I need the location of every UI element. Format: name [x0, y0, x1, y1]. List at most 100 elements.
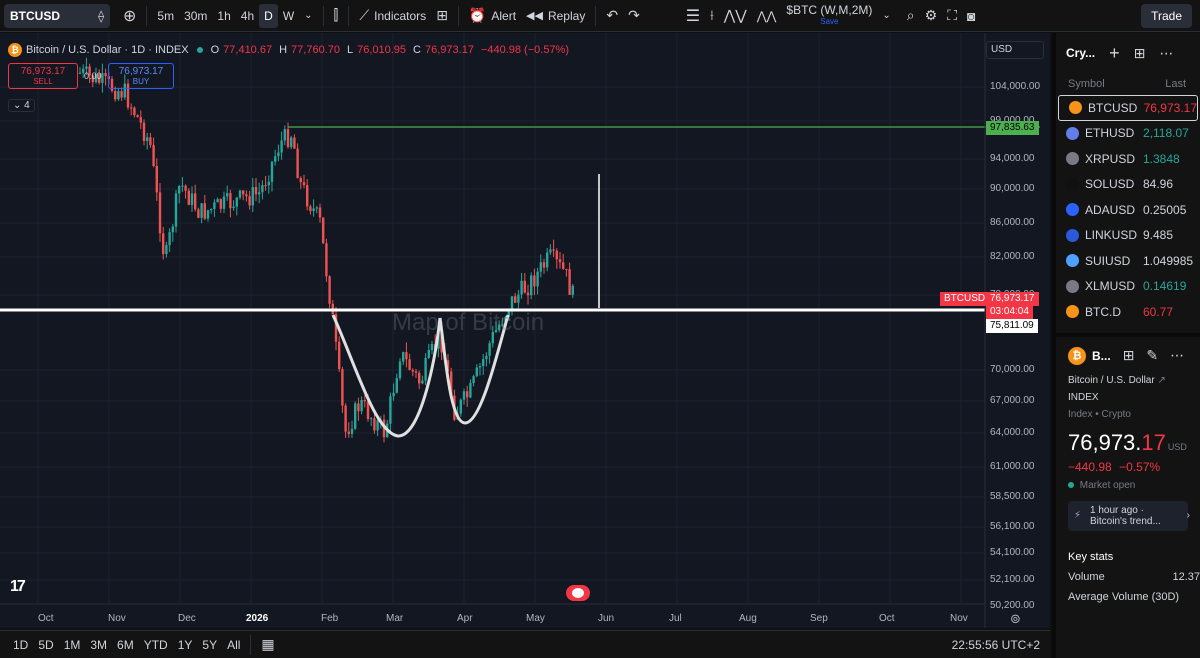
candle-body: [546, 252, 549, 268]
buy-button[interactable]: 76,973.17 BUY: [108, 63, 174, 89]
watchlist-row-suiusd[interactable]: SUIUSD 1.049985: [1056, 248, 1200, 274]
undo-icon[interactable]: ↶: [601, 4, 623, 28]
clock[interactable]: 22:55:56 UTC+2: [952, 638, 1040, 652]
column-symbol[interactable]: Symbol: [1068, 78, 1105, 90]
ohlc-change: −440.98 (−0.57%): [480, 44, 570, 56]
interval-4h[interactable]: 4h: [236, 4, 259, 28]
candle-body: [190, 193, 194, 205]
interval-w[interactable]: W: [278, 4, 299, 28]
watchlist-row-adausd[interactable]: ADAUSD 0.25005: [1056, 197, 1200, 223]
search-icon[interactable]: ⌕: [902, 4, 920, 28]
external-link-icon[interactable]: ↗: [1157, 375, 1165, 386]
goto-date-icon[interactable]: ⊚: [1010, 611, 1021, 627]
indicators-icon: ⟋: [359, 7, 370, 23]
candle-body: [232, 206, 235, 209]
candle-body: [376, 420, 379, 431]
candle-body: [133, 107, 136, 116]
interval-dropdown-icon[interactable]: ⌄: [299, 4, 317, 28]
candle-body: [229, 193, 232, 209]
column-last[interactable]: Last: [1165, 78, 1186, 90]
range-3m[interactable]: 3M: [85, 638, 112, 652]
watchlist-row-xrpusd[interactable]: XRPUSD 1.3848: [1056, 146, 1200, 172]
symbol-search[interactable]: BTCUSD ⟠: [4, 3, 110, 28]
watchlist-title[interactable]: Cry...: [1066, 46, 1095, 60]
interval-5m[interactable]: 5m: [152, 4, 179, 28]
watchlist-row-solusd[interactable]: SOLUSD 84.96: [1056, 172, 1200, 198]
watchlist-row-linkusd[interactable]: LINKUSD 9.485: [1056, 223, 1200, 249]
range-5d[interactable]: 5D: [33, 638, 58, 652]
range-1m[interactable]: 1M: [59, 638, 86, 652]
price-tick: 54,100.00: [990, 547, 1035, 558]
suiusd-icon: [1066, 254, 1079, 268]
abc-pattern-icon[interactable]: ⋀⋀: [752, 4, 782, 28]
volume-value: 12.37: [1172, 570, 1200, 583]
candle-body: [370, 418, 373, 420]
settings-icon[interactable]: ⚙: [920, 4, 943, 28]
range-6m[interactable]: 6M: [112, 638, 139, 652]
snapshot-icon[interactable]: ◙: [962, 4, 980, 28]
details-category: Index • Crypto: [1068, 408, 1131, 420]
candle-body: [552, 249, 555, 251]
candle-body: [270, 161, 274, 182]
range-all[interactable]: All: [222, 638, 245, 652]
templates-icon[interactable]: ⊞: [431, 4, 453, 28]
add-symbol-icon[interactable]: ⊕: [118, 4, 141, 28]
candle-body: [280, 140, 283, 153]
news-item[interactable]: ⚡ 1 hour ago · Bitcoin's trend... ›: [1068, 500, 1190, 531]
details-symbol[interactable]: B...: [1092, 349, 1111, 363]
us-flag-icon[interactable]: [566, 585, 590, 601]
pattern-tool-icon[interactable]: ⋀⋁: [719, 4, 752, 28]
compare-symbol-button[interactable]: $BTC (W,M,2M) Save: [781, 4, 877, 28]
interval-1h[interactable]: 1h: [212, 4, 235, 28]
trade-button[interactable]: Trade: [1141, 4, 1192, 28]
sell-button[interactable]: 76,973.17 SELL: [8, 63, 78, 89]
watchlist-row-xlmusd[interactable]: XLMUSD 0.14619: [1056, 274, 1200, 300]
candle-body: [562, 262, 565, 269]
candle-style-icon[interactable]: ⫿: [329, 4, 344, 28]
watchlist-row-ethusd[interactable]: ETHUSD 2,118.07: [1056, 121, 1200, 147]
candle-body: [78, 72, 82, 74]
spread-value: 0.00: [84, 71, 102, 81]
indicators-button[interactable]: ⟋ Indicators: [354, 4, 431, 28]
more-icon[interactable]: ⋯: [1170, 347, 1184, 364]
calendar-icon[interactable]: ▦: [256, 636, 279, 653]
drawings-icon[interactable]: ☰: [681, 4, 705, 28]
edit-icon[interactable]: ✎: [1146, 347, 1158, 364]
interval-d[interactable]: D: [259, 3, 278, 28]
replay-button[interactable]: ◀◀ Replay: [521, 4, 590, 28]
grid-icon[interactable]: ⊞: [1123, 347, 1135, 364]
more-icon[interactable]: ⋯: [1159, 45, 1173, 62]
candle-body: [523, 280, 526, 293]
candle-body: [299, 178, 302, 183]
fullscreen-icon[interactable]: ⛶: [942, 4, 962, 28]
price-tick: 61,000.00: [990, 461, 1035, 472]
candle-body: [210, 209, 213, 211]
ohlc-low-value: 76,010.95: [357, 44, 407, 56]
watchlist-row-btcusd[interactable]: BTCUSD 76,973.17: [1058, 95, 1198, 121]
chart-pane[interactable]: ₿ Bitcoin / U.S. Dollar · 1D · INDEX O 77…: [0, 33, 1050, 628]
currency-selector[interactable]: USD: [986, 41, 1044, 59]
compare-dropdown-icon[interactable]: ⌄: [877, 4, 895, 28]
time-tick: Sep: [810, 613, 828, 624]
candle-body: [184, 185, 187, 191]
range-ytd[interactable]: YTD: [139, 638, 173, 652]
buy-label: BUY: [132, 77, 150, 86]
toolbar-divider: [146, 5, 148, 26]
candle-body: [245, 194, 248, 197]
alert-button[interactable]: ⏰ Alert: [464, 4, 521, 28]
redo-icon[interactable]: ↷: [623, 4, 645, 28]
add-symbol-icon[interactable]: +: [1109, 43, 1120, 64]
range-1y[interactable]: 1Y: [173, 638, 198, 652]
layout-icon[interactable]: ⊞: [1134, 45, 1146, 62]
symbol-settings-icon[interactable]: ⟠: [98, 9, 104, 23]
watchlist-row-btcd[interactable]: BTC.D 60.77: [1056, 299, 1200, 325]
range-1d[interactable]: 1D: [8, 638, 33, 652]
candle-body: [286, 129, 290, 148]
candle-body: [283, 129, 286, 141]
interval-30m[interactable]: 30m: [179, 4, 212, 28]
range-5y[interactable]: 5Y: [197, 638, 222, 652]
price-decimals: 17: [1141, 429, 1166, 455]
candle-body: [315, 207, 318, 209]
drawing-tools-icon[interactable]: ⟊: [705, 4, 719, 28]
indicators-collapse-button[interactable]: ⌄ 4: [8, 99, 35, 112]
